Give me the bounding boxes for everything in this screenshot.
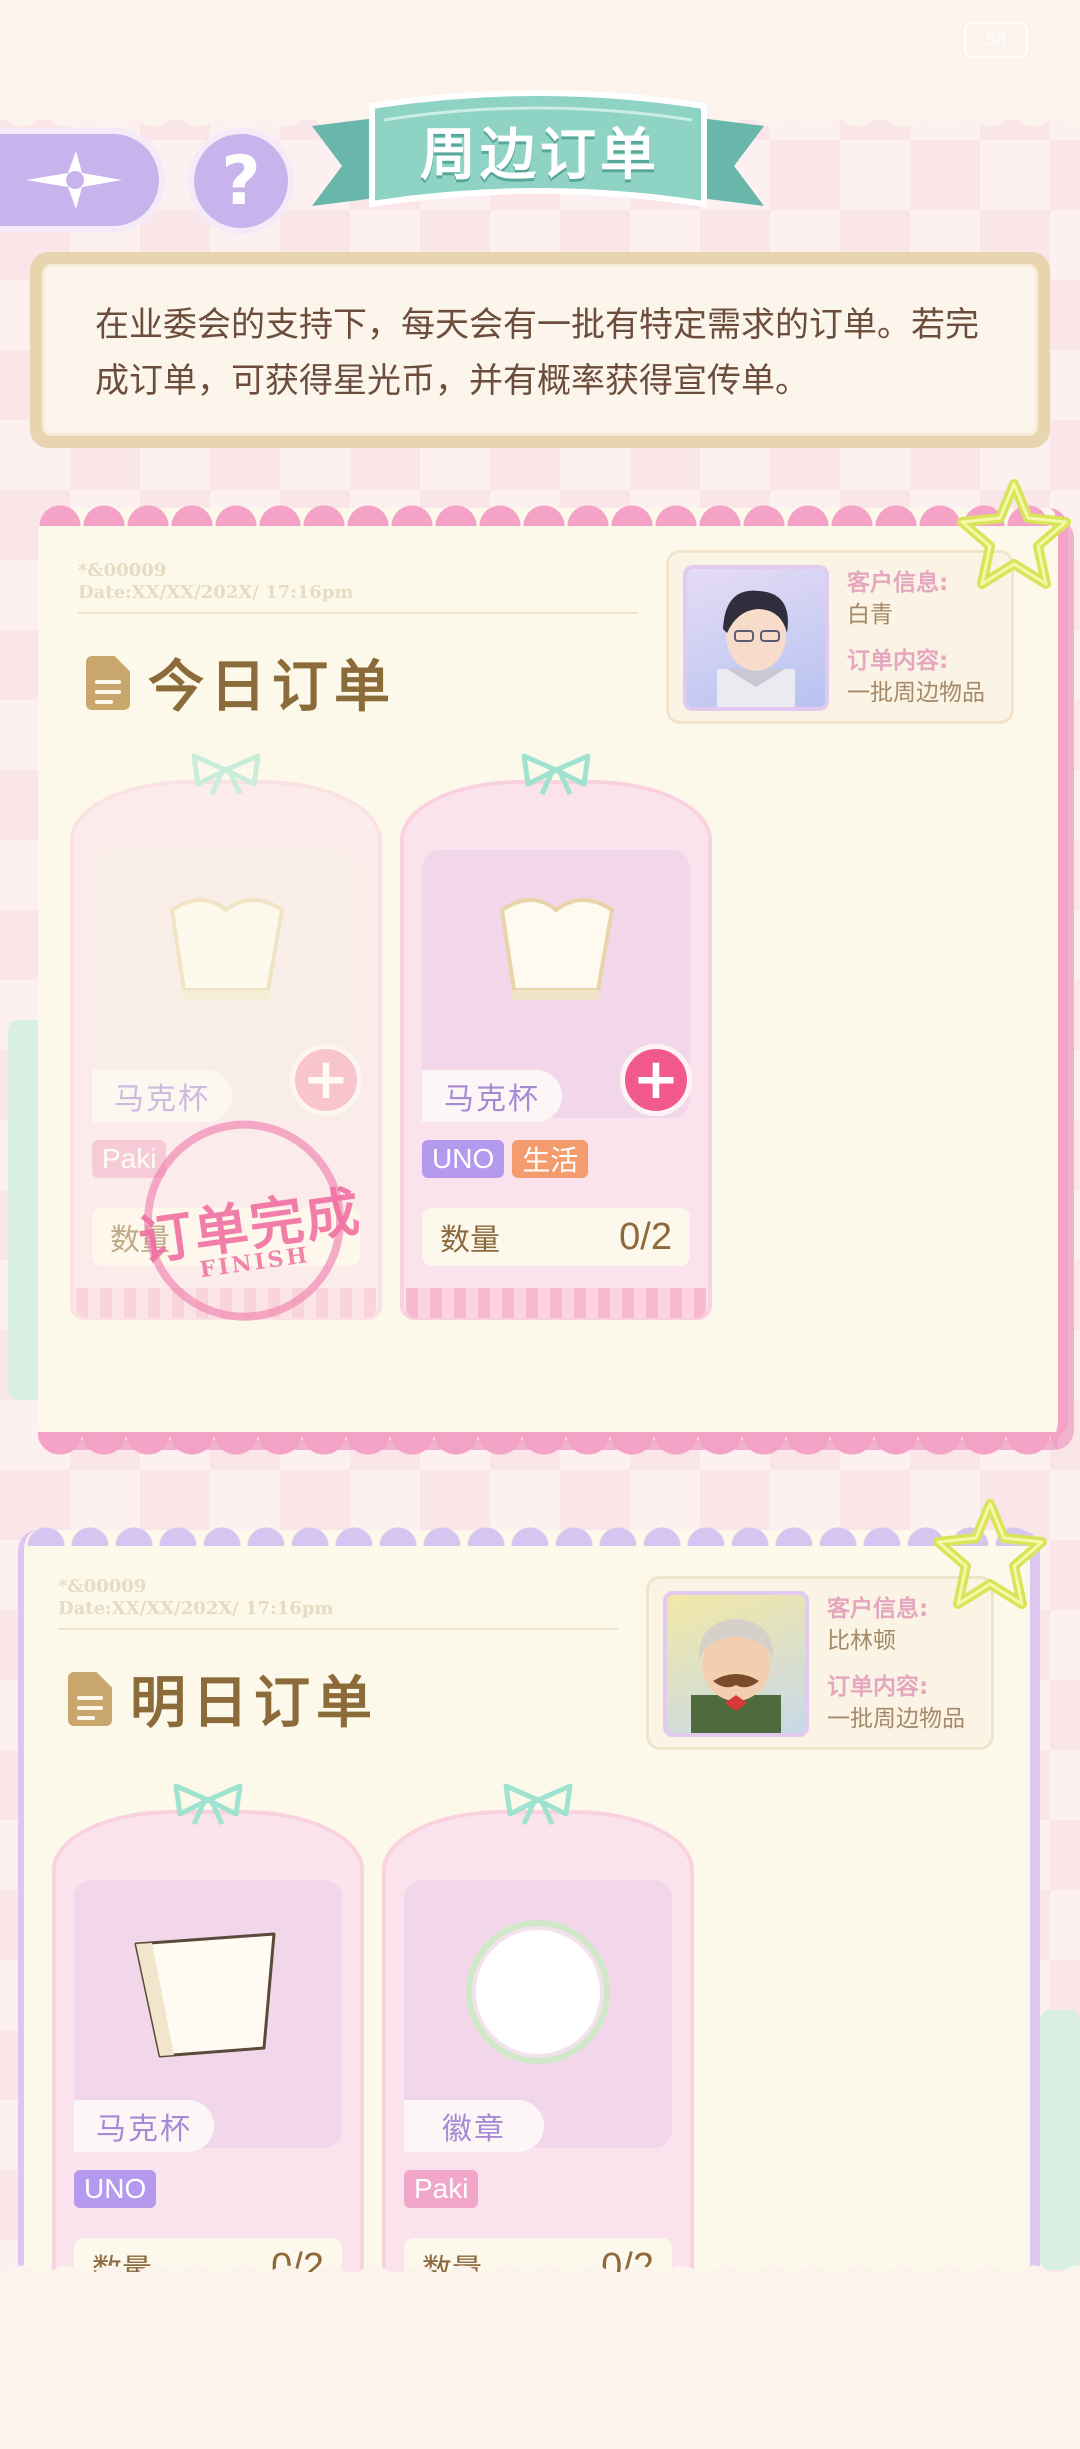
bow-icon [191,753,261,796]
order-code: *&00009 Date:XX/XX/202X/ 17:16pm [58,1576,334,1619]
order-content-label: 订单内容: [827,1674,929,1700]
client-avatar [663,1591,809,1737]
tag-paki: Paki [404,2170,479,2208]
item-name: 马克杯 [92,1070,232,1122]
divider [58,1628,618,1630]
add-button[interactable]: + [620,1044,692,1116]
item-name: 徽章 [404,2100,544,2152]
document-icon [86,655,130,710]
back-button[interactable] [0,128,165,232]
item-name: 马克杯 [74,2100,214,2152]
badge-icon [466,1920,610,2064]
description-text: 在业委会的支持下，每天会有一批有特定需求的订单。若完成订单，可获得星光币，并有概… [42,264,1038,436]
bottom-banner [0,2258,1080,2449]
item-tags: UNO 生活 [422,1140,589,1178]
client-avatar [683,565,829,711]
bow-icon [521,753,591,796]
plus-icon: + [632,1047,680,1112]
star-outline-icon [957,479,1071,589]
document-icon [68,1671,112,1726]
order-content: 一批周边物品 [847,680,985,706]
battery-indicator: 58 [964,22,1028,58]
page-title: 周边订单 [420,123,660,188]
quantity-value: 0/2 [619,1215,672,1258]
description-box: 在业委会的支持下，每天会有一批有特定需求的订单。若完成订单，可获得星光币，并有概… [30,252,1050,448]
quantity-label: 数量 [440,1223,500,1258]
tag-uno: UNO [422,1140,505,1178]
mug-icon [169,898,285,1000]
bow-icon [503,1783,573,1826]
cup-icon [134,1932,276,2058]
tomorrow-title: 明日订单 [68,1658,378,1739]
avatar-portrait-icon [691,1619,781,1733]
bow-icon [173,1783,243,1826]
star-outline-icon [933,1499,1047,1609]
order-content-label: 订单内容: [847,648,949,674]
client-name: 白青 [847,602,893,628]
item-tags: UNO [74,2170,157,2208]
back-star-icon [25,151,122,209]
divider [78,612,638,614]
order-complete-stamp: 订单完成 FINISH [91,1101,406,1339]
card-base [406,1288,706,1318]
side-paper [1040,2010,1080,2270]
plus-icon: + [302,1047,350,1112]
quantity-row: 数量 0/2 [422,1208,690,1266]
today-title: 今日订单 [86,642,396,723]
help-button[interactable]: ? [188,128,294,234]
client-name: 比林顿 [827,1628,896,1654]
tag-life: 生活 [512,1140,589,1178]
item-name: 马克杯 [422,1070,562,1122]
avatar-portrait-icon [717,590,795,707]
order-code: *&00009 Date:XX/XX/202X/ 17:16pm [78,560,354,603]
item-tags: Paki [404,2170,479,2208]
mug-icon [499,898,615,1000]
order-content: 一批周边物品 [827,1706,965,1732]
question-icon: ? [221,141,261,221]
tag-uno: UNO [74,2170,157,2208]
